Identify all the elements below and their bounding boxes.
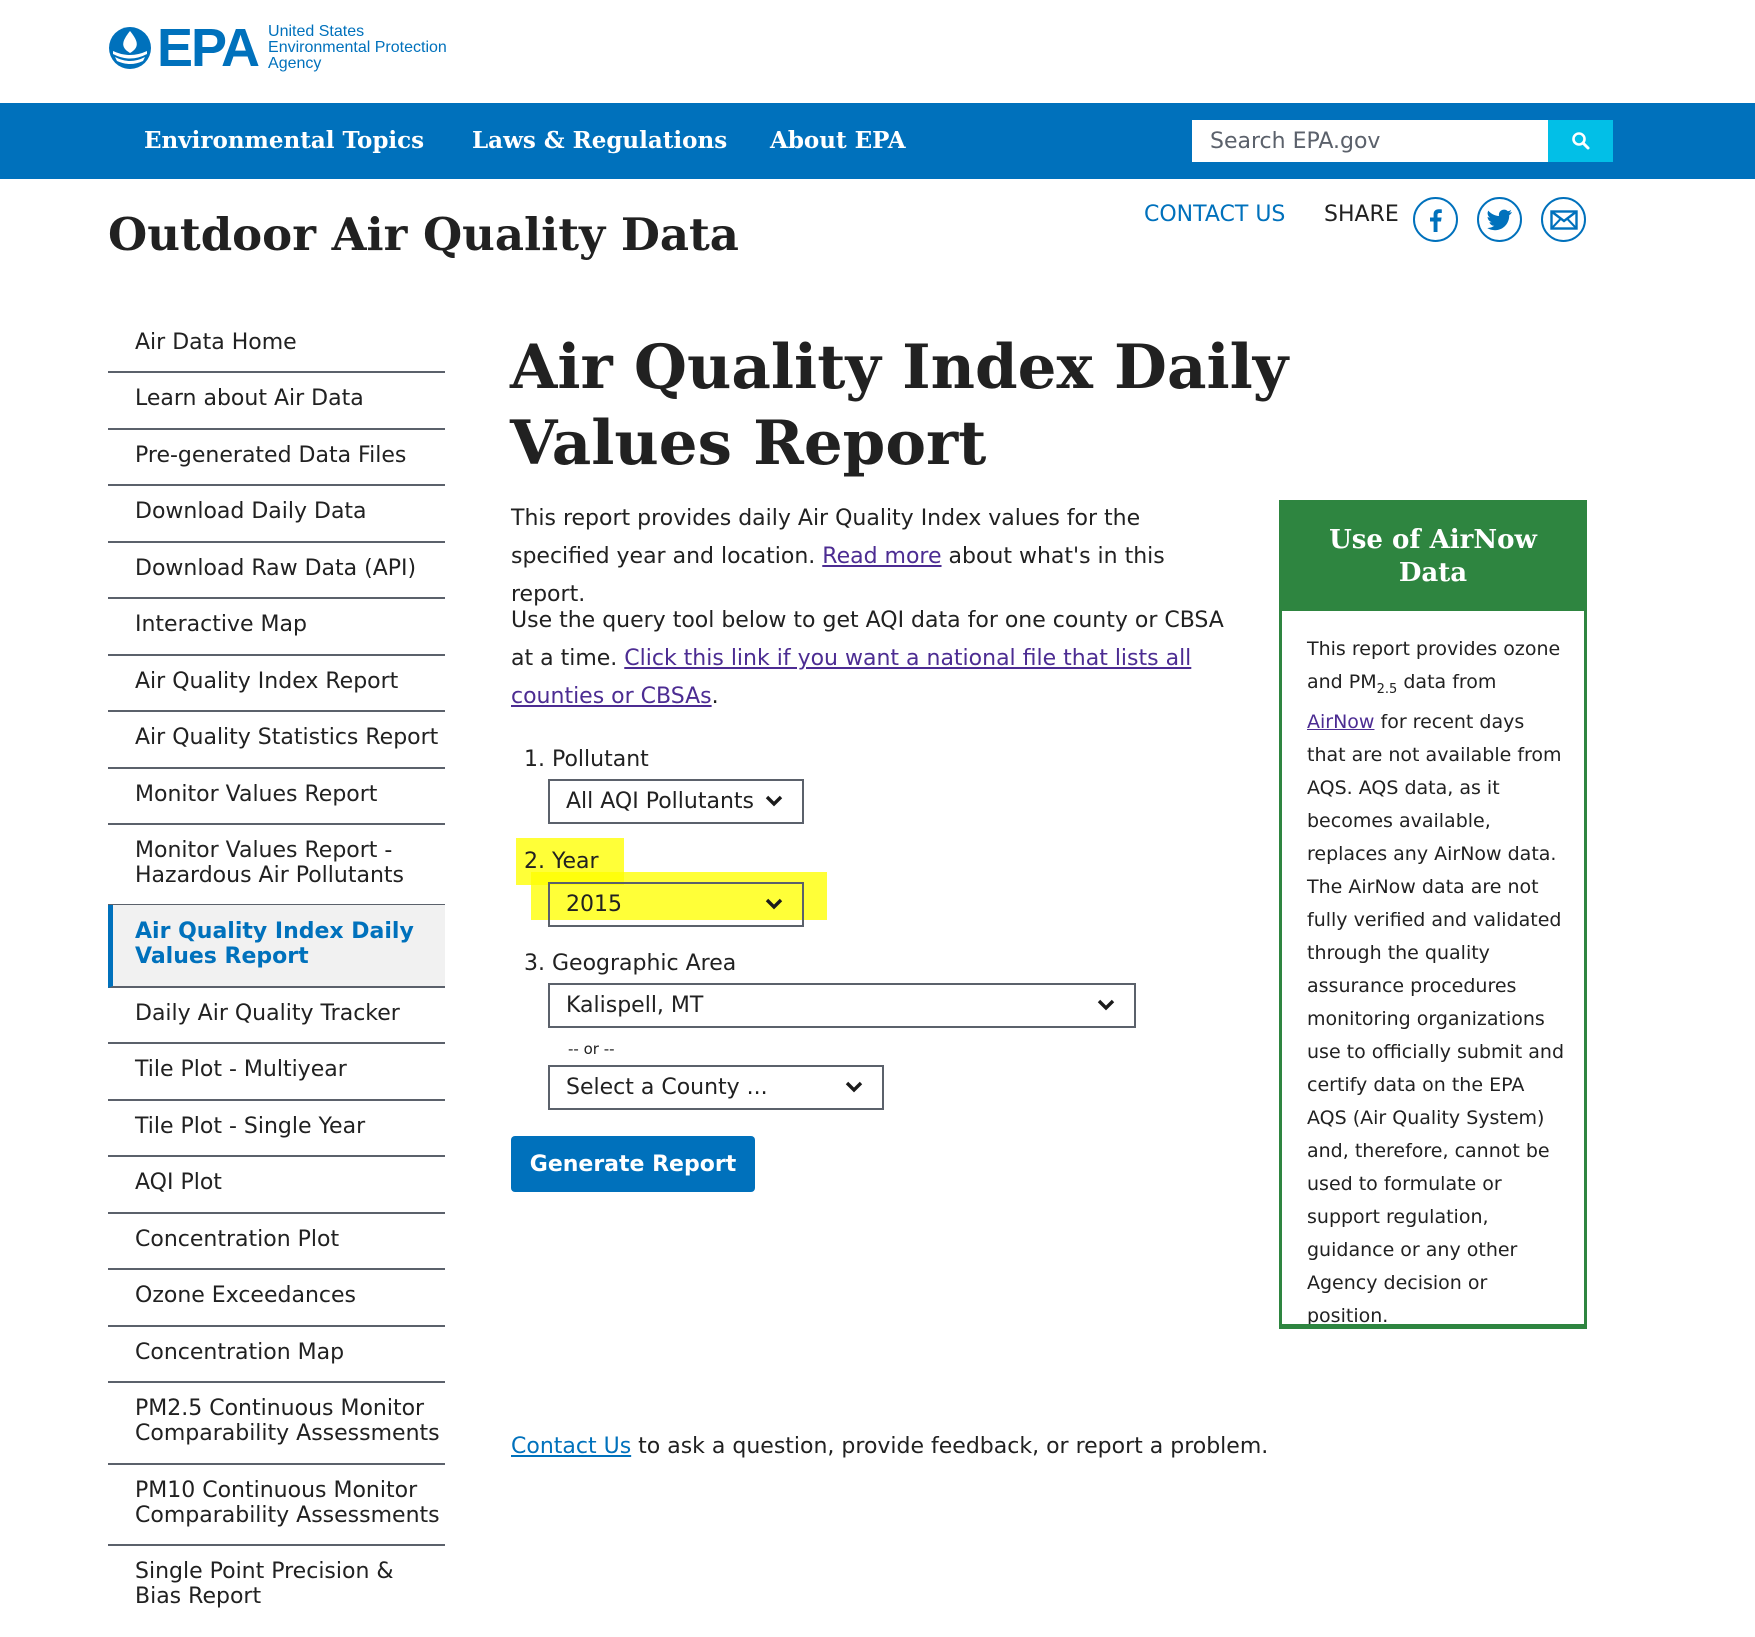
footer-contact-us-link[interactable]: Contact Us xyxy=(511,1434,631,1459)
pollutant-selected-value: All AQI Pollutants xyxy=(566,789,754,814)
county-select[interactable]: Select a County ... xyxy=(548,1065,884,1110)
airnow-link[interactable]: AirNow xyxy=(1307,711,1374,733)
twitter-share-button[interactable] xyxy=(1477,197,1522,242)
year-label: 2. Year xyxy=(524,849,599,874)
sidebar-item-aqi-daily-values-report[interactable]: Air Quality Index Daily Values Report xyxy=(108,905,445,988)
chevron-down-icon xyxy=(845,1081,863,1093)
intro-paragraph: This report provides daily Air Quality I… xyxy=(511,500,1231,614)
epa-seal-icon xyxy=(109,27,151,69)
query-paragraph: Use the query tool below to get AQI data… xyxy=(511,602,1231,716)
pollutant-select[interactable]: All AQI Pollutants xyxy=(548,779,804,824)
twitter-icon xyxy=(1486,209,1512,230)
sidebar-item-ozone-exceedances[interactable]: Ozone Exceedances xyxy=(108,1269,445,1327)
epa-wordmark: EPA xyxy=(157,18,260,78)
sidebar-item-download-raw-data-api[interactable]: Download Raw Data (API) xyxy=(108,542,445,599)
airnow-info-box: Use of AirNow Data This report provides … xyxy=(1279,500,1587,1329)
feedback-text: to ask a question, provide feedback, or … xyxy=(631,1434,1269,1459)
agency-line-2: Environmental Protection xyxy=(268,39,447,56)
site-title: Outdoor Air Quality Data xyxy=(108,208,739,261)
sidebar-item-monitor-values-report[interactable]: Monitor Values Report xyxy=(108,768,445,825)
airnow-box-bottom-border xyxy=(1279,1324,1587,1329)
email-icon xyxy=(1549,209,1578,230)
pm25-subscript: 2.5 xyxy=(1376,681,1398,697)
airnow-box-body: This report provides ozone and PM2.5 dat… xyxy=(1282,611,1584,1333)
chevron-down-icon xyxy=(765,898,783,910)
contact-us-link[interactable]: CONTACT US xyxy=(1144,202,1285,227)
sidebar-item-monitor-values-report-hap[interactable]: Monitor Values Report - Hazardous Air Po… xyxy=(108,824,445,906)
airnow-text-3: for recent days that are not available f… xyxy=(1307,710,1565,1327)
search-button[interactable] xyxy=(1548,120,1613,162)
sidebar-item-precision-bias-report[interactable]: Single Point Precision & Bias Report xyxy=(108,1545,445,1617)
nav-about-epa[interactable]: About EPA xyxy=(770,103,906,179)
main-nav: Environmental Topics Laws & Regulations … xyxy=(0,103,1755,179)
county-selected-value: Select a County ... xyxy=(566,1075,768,1100)
share-label: SHARE xyxy=(1324,202,1399,227)
airnow-text-2: data from xyxy=(1397,671,1497,693)
sidebar-item-pm10-comparability[interactable]: PM10 Continuous Monitor Comparability As… xyxy=(108,1464,445,1546)
chevron-down-icon xyxy=(765,795,783,807)
sidebar-item-air-data-home[interactable]: Air Data Home xyxy=(108,316,445,373)
search-icon xyxy=(1571,132,1589,150)
agency-line-1: United States xyxy=(268,23,365,40)
or-divider: -- or -- xyxy=(568,1040,615,1058)
year-select[interactable]: 2015 xyxy=(548,882,804,927)
pollutant-label: 1. Pollutant xyxy=(524,747,649,772)
generate-report-button[interactable]: Generate Report xyxy=(511,1136,755,1192)
epa-logo[interactable]: EPA United States Environmental Protecti… xyxy=(107,20,447,76)
sidebar-item-pre-generated-data-files[interactable]: Pre-generated Data Files xyxy=(108,429,445,486)
nav-environmental-topics[interactable]: Environmental Topics xyxy=(144,103,424,179)
agency-line-3: Agency xyxy=(268,55,322,72)
facebook-share-button[interactable] xyxy=(1413,197,1458,242)
sidebar-item-air-quality-index-report[interactable]: Air Quality Index Report xyxy=(108,655,445,712)
nav-laws-regulations[interactable]: Laws & Regulations xyxy=(472,103,727,179)
sidebar-item-pm25-comparability[interactable]: PM2.5 Continuous Monitor Comparability A… xyxy=(108,1382,445,1465)
read-more-link[interactable]: Read more xyxy=(822,544,941,569)
query-text-end: . xyxy=(711,684,719,709)
facebook-icon xyxy=(1429,208,1442,232)
year-selected-value: 2015 xyxy=(566,892,622,917)
sidebar-item-aqi-plot[interactable]: AQI Plot xyxy=(108,1156,445,1214)
feedback-line: Contact Us to ask a question, provide fe… xyxy=(511,1434,1268,1459)
sidebar-item-tile-plot-multiyear[interactable]: Tile Plot - Multiyear xyxy=(108,1043,445,1101)
email-share-button[interactable] xyxy=(1541,197,1586,242)
sidebar-item-daily-air-quality-tracker[interactable]: Daily Air Quality Tracker xyxy=(108,987,445,1044)
sidebar-item-tile-plot-single-year[interactable]: Tile Plot - Single Year xyxy=(108,1100,445,1157)
sidebar-item-concentration-map[interactable]: Concentration Map xyxy=(108,1326,445,1383)
chevron-down-icon xyxy=(1097,999,1115,1011)
airnow-box-title: Use of AirNow Data xyxy=(1282,503,1584,611)
search-form xyxy=(1192,120,1613,162)
sidebar-item-air-quality-statistics-report[interactable]: Air Quality Statistics Report xyxy=(108,711,445,769)
agency-name: United States Environmental Protection A… xyxy=(268,24,447,72)
geographic-area-selected-value: Kalispell, MT xyxy=(566,993,704,1018)
page-title: Air Quality Index Daily Values Report xyxy=(510,332,1289,479)
sidebar-item-interactive-map[interactable]: Interactive Map xyxy=(108,598,445,656)
sidebar-item-concentration-plot[interactable]: Concentration Plot xyxy=(108,1213,445,1270)
sidebar-item-download-daily-data[interactable]: Download Daily Data xyxy=(108,485,445,543)
geographic-area-select[interactable]: Kalispell, MT xyxy=(548,983,1136,1028)
sidebar-item-learn-about-air-data[interactable]: Learn about Air Data xyxy=(108,372,445,430)
geographic-area-label: 3. Geographic Area xyxy=(524,951,737,976)
search-input[interactable] xyxy=(1192,120,1548,162)
